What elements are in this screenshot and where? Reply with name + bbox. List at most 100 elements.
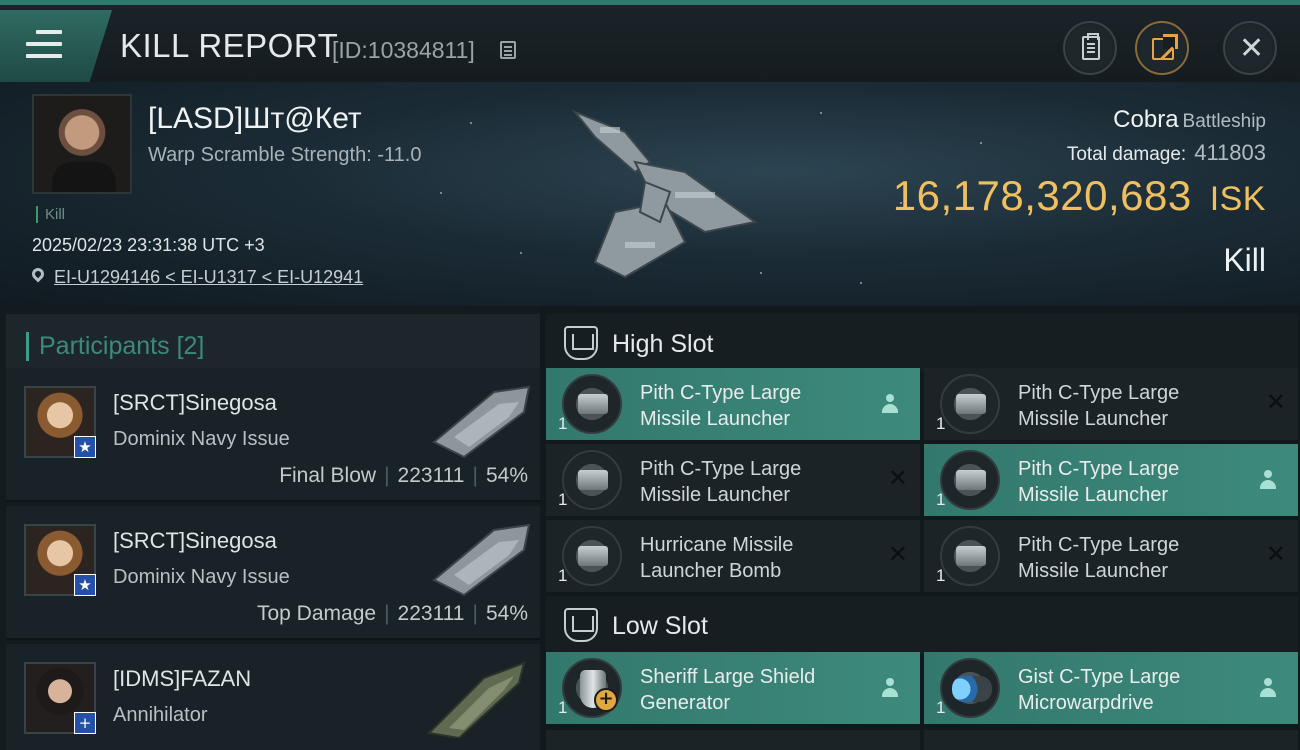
module-qty: 1 bbox=[558, 698, 568, 717]
isk-amount: 16,178,320,683 bbox=[892, 172, 1192, 219]
module-item[interactable]: 1 Pith C-Type Large Missile Launcher ✕ bbox=[546, 444, 920, 516]
participant-ship: Dominix Navy Issue bbox=[113, 428, 290, 450]
kill-result: Kill bbox=[1223, 242, 1266, 278]
module-item[interactable]: 1 Pith C-Type Large Missile Launcher ✕ bbox=[924, 520, 1298, 592]
report-id: [ID:10384811] bbox=[332, 37, 475, 63]
module-name: Sheriff Large Shield Generator bbox=[640, 666, 816, 714]
participant-ship-image bbox=[432, 385, 531, 459]
copy-icon[interactable] bbox=[500, 41, 516, 59]
menu-icon bbox=[26, 30, 62, 60]
x-icon: ✕ bbox=[1265, 388, 1286, 416]
high-slot-header: High Slot bbox=[546, 314, 1298, 372]
module-name: Pith C-Type Large Missile Launcher bbox=[640, 458, 802, 506]
participant-card[interactable]: ★ [SRCT]Sinegosa Dominix Navy Issue Fina… bbox=[6, 368, 540, 502]
clipboard-button[interactable] bbox=[1063, 21, 1117, 75]
high-slot-label: High Slot bbox=[612, 330, 714, 358]
module-name: Pith C-Type Large Missile Launcher bbox=[1018, 382, 1180, 430]
participant-stats: Top Damage | 223111 | 54% bbox=[256, 602, 528, 625]
module-item[interactable] bbox=[546, 730, 920, 750]
low-slot-icon bbox=[564, 608, 598, 642]
close-button[interactable]: ✕ bbox=[1223, 21, 1277, 75]
low-slot-label: Low Slot bbox=[612, 612, 708, 640]
participant-ship-image bbox=[426, 661, 526, 738]
module-name: Pith C-Type Large Missile Launcher bbox=[640, 382, 802, 430]
share-button[interactable] bbox=[1135, 21, 1189, 75]
participants-panel: Participants [2] ★ [SRCT]Sinegosa Domini… bbox=[0, 306, 540, 750]
module-item[interactable]: 1 Pith C-Type Large Missile Launcher bbox=[546, 368, 920, 440]
participants-count: [2] bbox=[176, 332, 205, 360]
isk-value: 16,178,320,683 ISK bbox=[893, 172, 1266, 220]
warp-scramble-strength: Warp Scramble Strength: -11.0 bbox=[148, 144, 422, 166]
high-slot-icon bbox=[564, 326, 598, 360]
module-item[interactable]: 1 Pith C-Type Large Missile Launcher ✕ bbox=[924, 368, 1298, 440]
clipboard-icon bbox=[1082, 33, 1100, 60]
participant-percent: 54% bbox=[485, 602, 528, 625]
victim-ship-image bbox=[571, 109, 758, 279]
kill-location-link[interactable]: EI-U1294146 < EI-U1317 < EI-U12941 bbox=[54, 267, 363, 288]
victim-ship: Cobra Battleship bbox=[1113, 106, 1266, 134]
module-item[interactable]: 1 Hurricane Missile Launcher Bomb ✕ bbox=[546, 520, 920, 592]
participant-ship: Annihilator bbox=[113, 704, 208, 726]
person-icon bbox=[882, 678, 898, 698]
module-item[interactable]: 1 Gist C-Type Large Microwarpdrive bbox=[924, 652, 1298, 724]
module-name: Gist C-Type Large Microwarpdrive bbox=[1018, 666, 1181, 714]
page-title: KILL REPORT bbox=[120, 27, 339, 64]
kill-timestamp: 2025/02/23 23:31:38 UTC +3 bbox=[32, 235, 265, 255]
share-icon bbox=[1152, 34, 1178, 60]
isk-unit: ISK bbox=[1209, 180, 1266, 218]
participants-label: Participants [2] bbox=[26, 332, 204, 361]
module-qty: 1 bbox=[558, 414, 568, 433]
missile-launcher-icon bbox=[940, 374, 1000, 434]
module-name: Pith C-Type Large Missile Launcher bbox=[1018, 534, 1180, 582]
participant-percent: 54% bbox=[485, 464, 528, 487]
victim-avatar[interactable] bbox=[32, 94, 132, 194]
x-icon: ✕ bbox=[887, 540, 908, 568]
participants-title: Participants bbox=[39, 332, 170, 360]
victim-name[interactable]: [LASD]Шт@Кет bbox=[148, 102, 362, 136]
participant-name: [SRCT]Sinegosa bbox=[113, 528, 277, 553]
module-qty: 1 bbox=[936, 698, 946, 717]
participant-avatar: ★ bbox=[24, 386, 96, 458]
module-qty: 1 bbox=[936, 414, 946, 433]
total-damage: Total damage: 411803 bbox=[1067, 140, 1266, 166]
missile-launcher-icon bbox=[562, 374, 622, 434]
participant-damage: 223111 bbox=[397, 602, 465, 625]
plus-icon: + bbox=[594, 688, 618, 712]
participants-header: Participants [2] bbox=[6, 314, 540, 372]
menu-button[interactable] bbox=[0, 10, 112, 82]
victim-ship-name: Cobra bbox=[1113, 106, 1179, 133]
plus-badge-icon: + bbox=[74, 712, 96, 734]
person-icon bbox=[882, 394, 898, 414]
module-qty: 1 bbox=[936, 566, 946, 585]
x-icon: ✕ bbox=[887, 464, 908, 492]
participant-damage: 223111 bbox=[397, 464, 465, 487]
participant-name: [SRCT]Sinegosa bbox=[113, 390, 277, 415]
missile-launcher-icon bbox=[562, 450, 622, 510]
close-icon: ✕ bbox=[1239, 31, 1265, 66]
fitting-panel: High Slot 1 Pith C-Type Large Missile Lau… bbox=[540, 306, 1300, 750]
participant-role: Top Damage bbox=[256, 602, 377, 625]
total-damage-value: 411803 bbox=[1194, 140, 1266, 165]
module-qty: 1 bbox=[558, 490, 568, 509]
participant-stats: Final Blow | 223111 | 54% bbox=[279, 464, 528, 487]
total-damage-label: Total damage: bbox=[1066, 144, 1187, 165]
participant-card[interactable]: ★ [SRCT]Sinegosa Dominix Navy Issue Top … bbox=[6, 506, 540, 640]
x-icon: ✕ bbox=[1265, 540, 1286, 568]
kill-tag: Kill bbox=[36, 206, 65, 223]
location-pin-icon bbox=[29, 265, 47, 283]
module-name: Pith C-Type Large Missile Launcher bbox=[1018, 458, 1180, 506]
participant-role: Final Blow bbox=[279, 464, 377, 487]
header-bar: KILL REPORT [ID:10384811] ✕ bbox=[0, 0, 1300, 82]
star-badge-icon: ★ bbox=[74, 574, 96, 596]
module-item[interactable]: 1 Pith C-Type Large Missile Launcher bbox=[924, 444, 1298, 516]
microwarpdrive-icon bbox=[940, 658, 1000, 718]
participant-ship: Dominix Navy Issue bbox=[113, 566, 290, 588]
missile-launcher-icon bbox=[940, 450, 1000, 510]
victim-banner: [LASD]Шт@Кет Warp Scramble Strength: -11… bbox=[0, 82, 1300, 306]
module-item[interactable]: + 1 Sheriff Large Shield Generator bbox=[546, 652, 920, 724]
participant-ship-image bbox=[432, 523, 531, 597]
participant-card[interactable]: + [IDMS]FAZAN Annihilator bbox=[6, 644, 540, 750]
module-item[interactable] bbox=[924, 730, 1298, 750]
module-name: Hurricane Missile Launcher Bomb bbox=[640, 534, 794, 582]
participant-avatar: + bbox=[24, 662, 96, 734]
